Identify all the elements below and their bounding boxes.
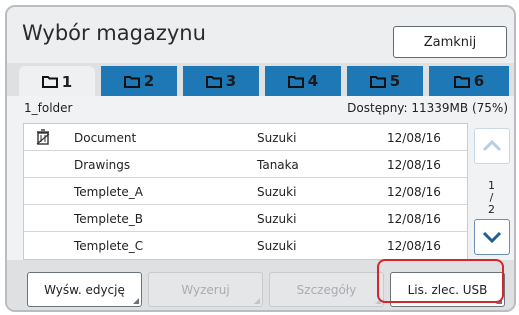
details-button[interactable]: Szczegóły <box>269 272 384 307</box>
scroll-down-button[interactable] <box>474 219 510 255</box>
list-item[interactable]: Templete_C Suzuki 12/08/16 <box>24 232 467 258</box>
job-date: 12/08/16 <box>387 212 441 226</box>
folder-icon <box>287 75 304 88</box>
folder-tabs: 1 2 3 4 5 6 <box>7 66 514 97</box>
tab-label: 2 <box>143 72 155 90</box>
list-item[interactable]: Templete_A Suzuki 12/08/16 <box>24 178 467 205</box>
list-scrollbar: 1 / 2 <box>474 123 510 258</box>
job-name: Templete_A <box>74 185 143 199</box>
job-owner: Suzuki <box>257 212 297 226</box>
job-owner: Suzuki <box>257 239 297 253</box>
list-item[interactable]: Drawings Tanaka 12/08/16 <box>24 151 467 178</box>
folder-icon <box>123 75 140 88</box>
tab-label: 5 <box>389 72 401 90</box>
job-owner: Suzuki <box>257 131 297 145</box>
chevron-up-icon <box>482 140 502 152</box>
tab-label: 6 <box>473 72 485 90</box>
tab-folder-5[interactable]: 5 <box>347 66 423 96</box>
tab-folder-6[interactable]: 6 <box>429 66 509 96</box>
job-owner: Tanaka <box>257 158 299 172</box>
tab-folder-2[interactable]: 2 <box>101 66 177 96</box>
tab-folder-4[interactable]: 4 <box>265 66 341 96</box>
folder-icon <box>453 75 470 88</box>
folder-icon <box>205 75 222 88</box>
tab-folder-3[interactable]: 3 <box>183 66 259 96</box>
edit-view-button[interactable]: Wyśw. edycję <box>27 272 142 307</box>
job-name: Templete_C <box>74 239 144 253</box>
folder-icon <box>369 75 386 88</box>
job-owner: Suzuki <box>257 185 297 199</box>
dialog-title: Wybór magazynu <box>22 21 206 45</box>
chevron-down-icon <box>482 231 502 243</box>
folder-name: 1_folder <box>24 101 73 115</box>
edit-view-label: Wyśw. edycję <box>44 282 125 297</box>
close-button[interactable]: Zamknij <box>393 26 507 58</box>
list-item[interactable]: Templete_B Suzuki 12/08/16 <box>24 205 467 232</box>
trash-icon <box>36 129 50 145</box>
job-list: Document Suzuki 12/08/16 Drawings Tanaka… <box>23 123 468 260</box>
tab-label: 3 <box>225 72 237 90</box>
title-bar: Wybór magazynu Zamknij <box>7 7 514 63</box>
job-date: 12/08/16 <box>387 239 441 253</box>
reset-button[interactable]: Wyzeruj <box>148 272 263 307</box>
job-date: 12/08/16 <box>387 185 441 199</box>
available-space: Dostępny: 11339MB (75%) <box>347 101 508 115</box>
page-total: 2 <box>488 203 495 216</box>
folder-icon <box>41 76 58 88</box>
details-label: Szczegóły <box>296 282 357 297</box>
job-name: Templete_B <box>74 212 144 226</box>
scroll-up-button[interactable] <box>474 128 510 164</box>
job-name: Drawings <box>74 158 131 172</box>
usb-button-highlight <box>377 259 504 303</box>
job-date: 12/08/16 <box>387 158 441 172</box>
reset-label: Wyzeruj <box>181 282 230 297</box>
job-date: 12/08/16 <box>387 131 441 145</box>
tab-label: 1 <box>61 72 73 91</box>
tab-label: 4 <box>307 72 319 90</box>
list-item[interactable]: Document Suzuki 12/08/16 <box>24 124 467 151</box>
job-name: Document <box>74 131 137 145</box>
tab-folder-1[interactable]: 1 <box>19 66 95 97</box>
